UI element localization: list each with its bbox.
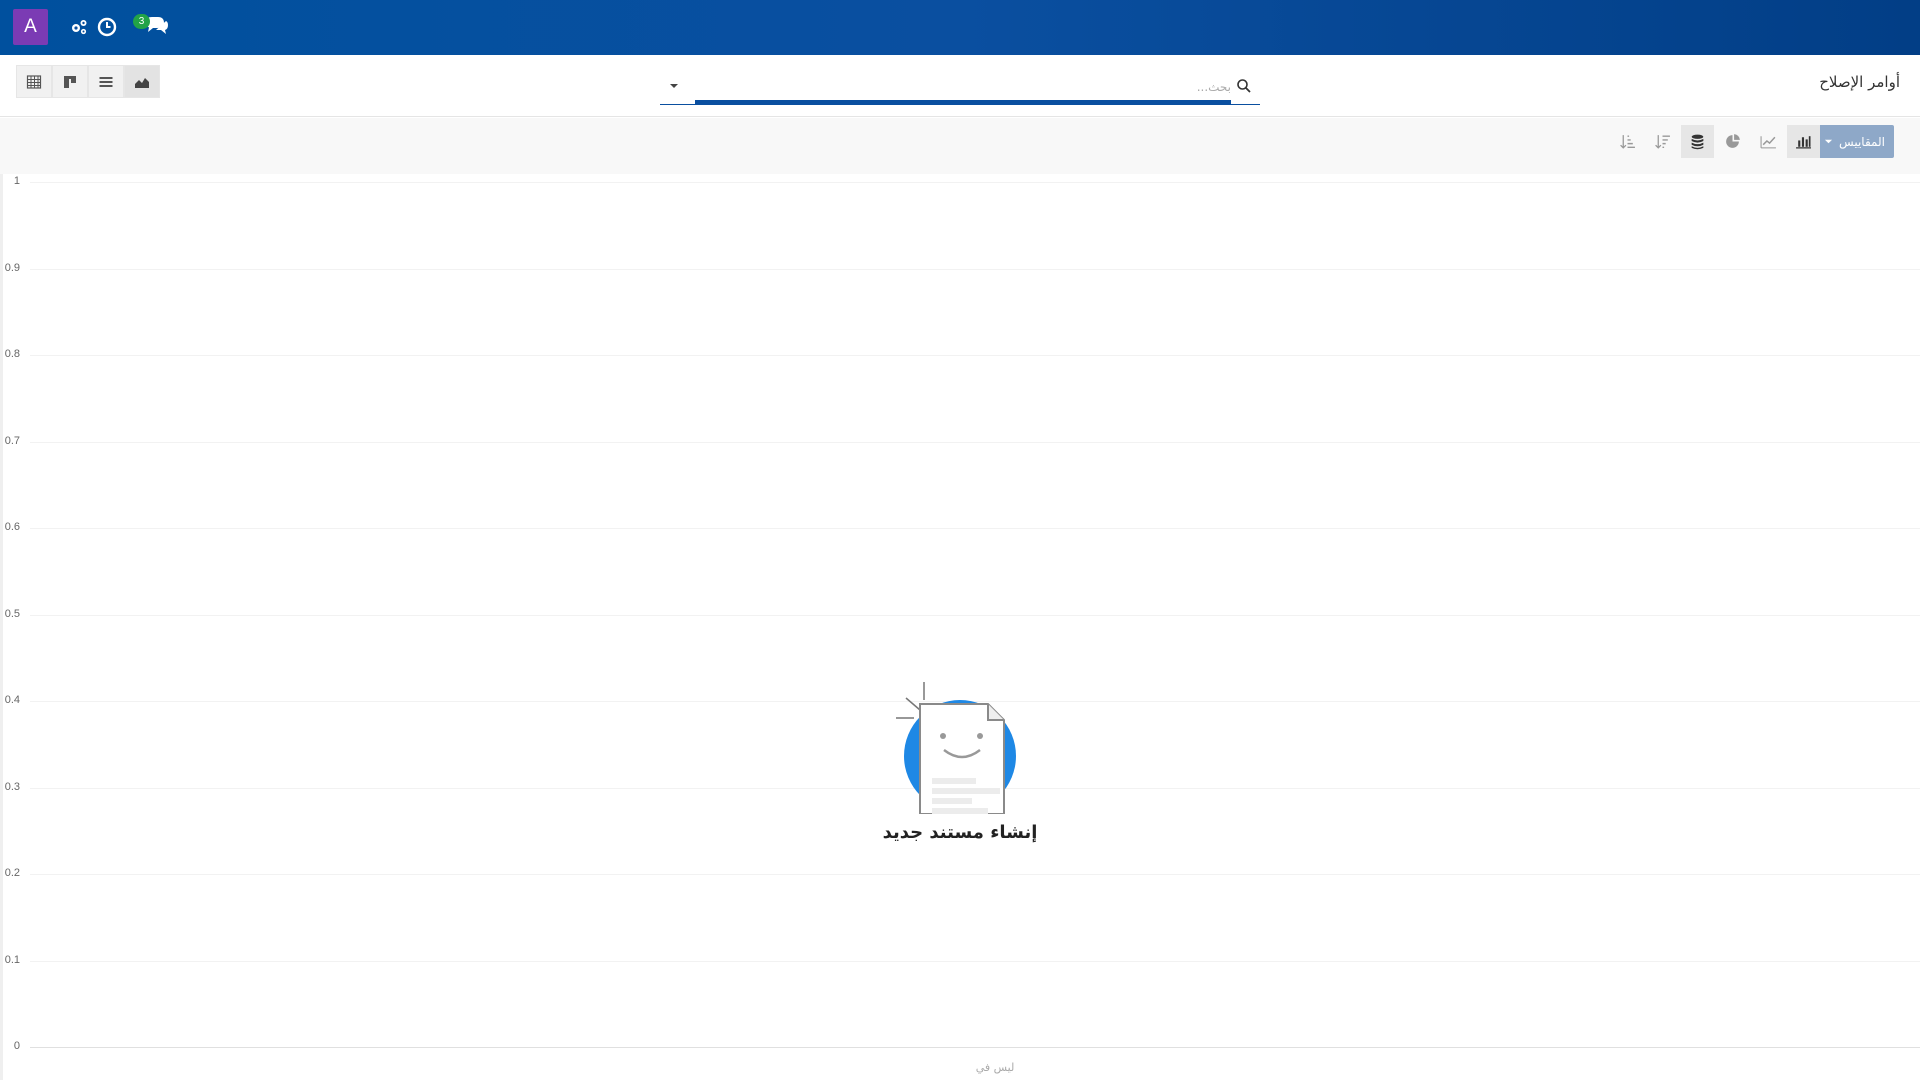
top-navbar: A 3 <box>0 0 1920 55</box>
empty-state-title: إنشاء مستند جديد <box>882 822 1038 843</box>
bar-chart-icon <box>1796 136 1811 149</box>
sort-ascending-button[interactable] <box>1611 125 1644 158</box>
messages-count-badge: 3 <box>133 14 150 29</box>
search-icon[interactable] <box>1236 78 1252 94</box>
gridline <box>30 441 1920 443</box>
kanban-icon <box>64 75 76 88</box>
caret-down-icon <box>670 84 678 88</box>
settings-gears-icon[interactable] <box>67 15 91 39</box>
empty-state-illustration <box>880 674 1040 818</box>
list-view-button[interactable] <box>88 65 124 98</box>
gridline <box>30 960 1920 962</box>
y-tick-label: 0.2 <box>4 867 20 879</box>
bar-chart-button[interactable] <box>1787 125 1820 158</box>
y-tick-label: 0.1 <box>4 953 20 966</box>
list-icon <box>99 76 113 87</box>
chart-left-border <box>0 174 3 1080</box>
graph-toolbar: المقاييس <box>0 118 1920 174</box>
gridline <box>30 182 1920 183</box>
database-stack-icon <box>1691 134 1704 150</box>
gridline <box>30 268 1920 270</box>
y-tick-label: 0 <box>13 1040 20 1052</box>
y-tick-label: 0.5 <box>4 607 20 620</box>
breadcrumb-title: أوامر الإصلاح <box>1819 73 1900 91</box>
y-tick-label: 1 <box>13 175 20 187</box>
sort-ascending-icon <box>1620 135 1635 149</box>
caret-down-icon <box>1824 139 1833 144</box>
user-avatar[interactable]: A <box>13 9 48 45</box>
gridline <box>30 355 1920 356</box>
pivot-view-button[interactable] <box>16 65 52 98</box>
clock-icon[interactable] <box>95 15 119 39</box>
y-tick-label: 0.8 <box>4 348 20 360</box>
sort-descending-icon <box>1655 135 1670 149</box>
control-panel: أوامر الإصلاح <box>0 55 1920 117</box>
search-bar <box>660 67 1260 105</box>
view-switcher <box>16 65 160 98</box>
gridline <box>30 1047 1920 1048</box>
gridline <box>30 528 1920 529</box>
pivot-table-icon <box>26 74 42 89</box>
stacked-toggle-button[interactable] <box>1681 125 1714 158</box>
y-tick-label: 0.4 <box>4 694 20 706</box>
y-tick-label: 0.6 <box>4 521 20 533</box>
y-tick-label: 0.3 <box>4 780 20 793</box>
measures-dropdown-button[interactable]: المقاييس <box>1815 125 1894 158</box>
gridline <box>30 874 1920 875</box>
sort-descending-button[interactable] <box>1646 125 1679 158</box>
measures-label: المقاييس <box>1839 134 1885 149</box>
y-tick-label: 0.9 <box>4 261 20 274</box>
search-options-toggle[interactable] <box>664 76 684 96</box>
search-underline <box>695 100 1231 104</box>
search-input[interactable] <box>695 75 1231 99</box>
graph-view-button[interactable] <box>124 65 160 98</box>
line-chart-icon <box>1760 136 1776 149</box>
pie-chart-button[interactable] <box>1716 125 1749 158</box>
area-chart-icon <box>135 77 149 88</box>
gridline <box>30 614 1920 616</box>
line-chart-button[interactable] <box>1752 125 1785 158</box>
y-tick-label: 0.7 <box>4 434 20 447</box>
pie-chart-icon <box>1726 134 1740 148</box>
kanban-view-button[interactable] <box>52 65 88 98</box>
x-axis-label: ليس في <box>975 1061 1015 1074</box>
graph-chart: 0 0.1 0.2 0.3 0.4 0.5 0.6 0.7 0.8 0.9 1 ليس في إنش… <box>0 174 1920 1080</box>
sparkle-line <box>905 697 921 711</box>
